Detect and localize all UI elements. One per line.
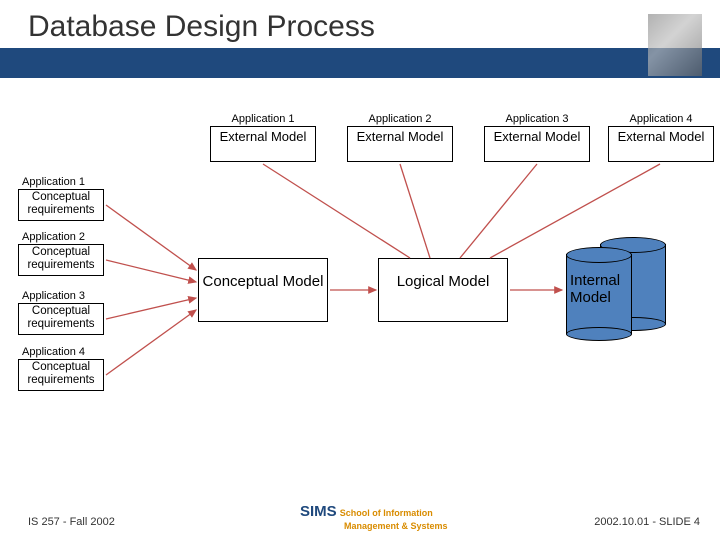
- app2-label: Application 2: [347, 113, 453, 125]
- internal-model-cylinder-front: Internal Model: [566, 248, 632, 340]
- req-box-2: Conceptual requirements: [18, 244, 104, 276]
- logical-model-label: Logical Model: [397, 273, 490, 290]
- decorative-photo: [648, 14, 702, 76]
- external-model-box-1: External Model: [210, 126, 316, 162]
- logical-model-box: Logical Model: [378, 258, 508, 322]
- req-text-3: Conceptual requirements: [27, 305, 94, 330]
- external-model-box-4: External Model: [608, 126, 714, 162]
- ext-label-3: External Model: [494, 129, 581, 144]
- req4-label: Application 4: [22, 346, 85, 358]
- ext-label-2: External Model: [357, 129, 444, 144]
- req-text-2: Conceptual requirements: [27, 246, 94, 271]
- footer-logo-line2: Management & Systems: [344, 521, 448, 531]
- external-model-box-2: External Model: [347, 126, 453, 162]
- app4-label: Application 4: [608, 113, 714, 125]
- req2-label: Application 2: [22, 231, 85, 243]
- footer-logo: SIMS School of Information Management & …: [300, 503, 448, 532]
- req-text-1: Conceptual requirements: [27, 191, 94, 216]
- req1-label: Application 1: [22, 176, 85, 188]
- req3-label: Application 3: [22, 290, 85, 302]
- ext-label-1: External Model: [220, 129, 307, 144]
- conceptual-model-label: Conceptual Model: [203, 273, 324, 290]
- internal-model-label: Internal Model: [570, 272, 628, 306]
- footer-logo-prefix: SIMS: [300, 503, 337, 520]
- req-box-1: Conceptual requirements: [18, 189, 104, 221]
- app3-label: Application 3: [484, 113, 590, 125]
- footer-date-slide: 2002.10.01 - SLIDE 4: [594, 516, 700, 528]
- slide-title: Database Design Process: [28, 10, 375, 44]
- title-bar: [0, 48, 720, 78]
- ext-label-4: External Model: [618, 129, 705, 144]
- footer-course: IS 257 - Fall 2002: [28, 516, 115, 528]
- req-text-4: Conceptual requirements: [27, 361, 94, 386]
- external-model-box-3: External Model: [484, 126, 590, 162]
- app1-label: Application 1: [210, 113, 316, 125]
- footer-logo-line1: School of Information: [340, 508, 433, 518]
- conceptual-model-box: Conceptual Model: [198, 258, 328, 322]
- req-box-4: Conceptual requirements: [18, 359, 104, 391]
- req-box-3: Conceptual requirements: [18, 303, 104, 335]
